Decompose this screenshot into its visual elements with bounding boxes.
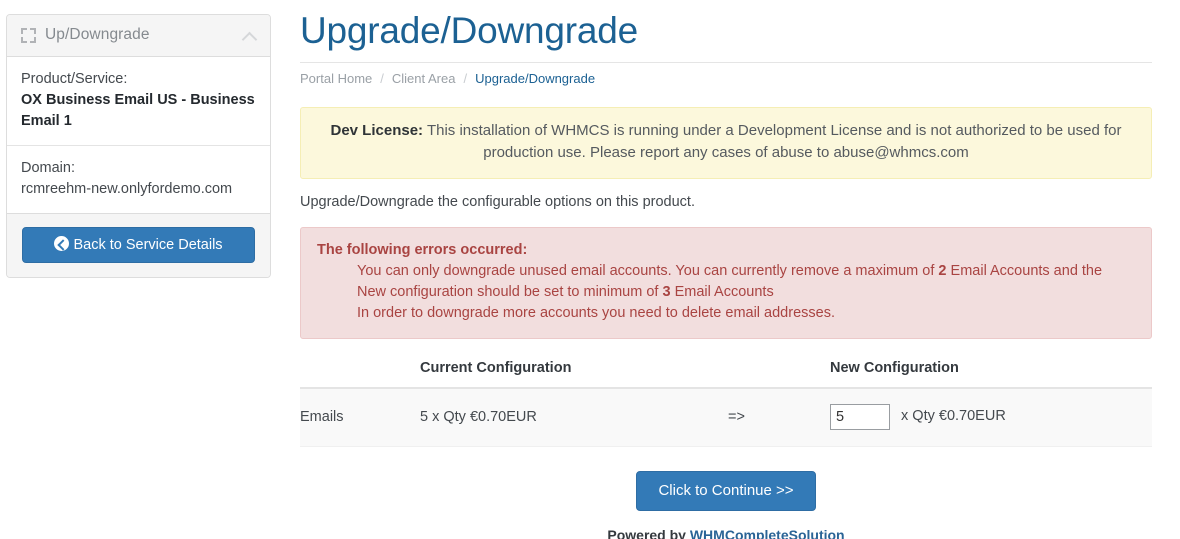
- breadcrumb-client-area[interactable]: Client Area: [392, 71, 456, 86]
- continue-button-wrapper: Click to Continue >>: [300, 470, 1152, 511]
- error-list: You can only downgrade unused email acco…: [317, 261, 1135, 324]
- breadcrumb: Portal Home / Client Area / Upgrade/Down…: [300, 71, 1152, 86]
- configuration-table: Current Configuration New Configuration …: [300, 359, 1152, 447]
- arrow-circle-left-icon: [54, 236, 70, 252]
- panel-header-up-downgrade[interactable]: Up/Downgrade: [7, 15, 270, 57]
- column-header-option: [300, 359, 420, 389]
- powered-by-footer: Powered by WHMCompleteSolution: [300, 527, 1152, 539]
- product-service-value: OX Business Email US - Business Email 1: [21, 92, 255, 130]
- back-to-service-details-button[interactable]: Back to Service Details: [22, 227, 255, 264]
- error-line1-part1: You can only downgrade unused email acco…: [357, 262, 939, 279]
- new-configuration-price-suffix: x Qty €0.70EUR: [901, 408, 1006, 425]
- title-divider: [300, 61, 1152, 63]
- table-row: Emails 5 x Qty €0.70EUR => x Qty €0.70EU…: [300, 387, 1152, 447]
- domain-section: Domain: rcmreehm-new.onlyfordemo.com: [7, 146, 270, 213]
- breadcrumb-separator-1: /: [380, 70, 384, 86]
- lead-text: Upgrade/Downgrade the configurable optio…: [300, 193, 695, 210]
- powered-by-prefix: Powered by: [607, 526, 690, 539]
- panel-title: Up/Downgrade: [45, 26, 150, 43]
- error-line1-part3: Email Accounts: [670, 283, 774, 300]
- breadcrumb-current: Upgrade/Downgrade: [475, 70, 596, 86]
- main-content: Upgrade/Downgrade Portal Home / Client A…: [300, 0, 1152, 539]
- error-max-remove-count: 2: [938, 262, 947, 279]
- error-list-item: In order to downgrade more accounts you …: [357, 304, 835, 321]
- back-to-service-details-label: Back to Service Details: [73, 237, 223, 254]
- product-service-section: Product/Service: OX Business Email US - …: [7, 57, 270, 147]
- panel-footer: Back to Service Details: [7, 213, 270, 278]
- configuration-table-head: Current Configuration New Configuration: [300, 359, 1152, 389]
- dev-license-text: This installation of WHMCS is running un…: [423, 121, 1122, 162]
- breadcrumb-portal-home[interactable]: Portal Home: [300, 71, 372, 86]
- dev-license-alert: Dev License: This installation of WHMCS …: [300, 106, 1152, 179]
- chevron-up-icon[interactable]: [242, 31, 256, 40]
- column-header-new-configuration: New Configuration: [830, 359, 1152, 389]
- click-to-continue-button[interactable]: Click to Continue >>: [636, 470, 816, 511]
- panel-body: Product/Service: OX Business Email US - …: [7, 57, 270, 213]
- arrow-cell: =>: [728, 387, 830, 447]
- domain-value: rcmreehm-new.onlyfordemo.com: [21, 181, 233, 198]
- service-summary-panel: Up/Downgrade Product/Service: OX Busines…: [6, 14, 271, 279]
- whmcompletesolution-link[interactable]: WHMCompleteSolution: [690, 527, 845, 539]
- new-configuration-cell: x Qty €0.70EUR: [830, 387, 1152, 447]
- error-alert: The following errors occurred: You can o…: [300, 226, 1152, 339]
- page-title: Upgrade/Downgrade: [300, 10, 639, 51]
- emails-quantity-input[interactable]: [830, 403, 890, 430]
- column-header-arrow: [728, 359, 830, 389]
- table-header-row: Current Configuration New Configuration: [300, 359, 1152, 389]
- error-min-config-count: 3: [662, 283, 671, 300]
- breadcrumb-separator-2: /: [463, 70, 468, 86]
- error-list-item: You can only downgrade unused email acco…: [357, 261, 1135, 303]
- dev-license-label: Dev License:: [330, 121, 424, 139]
- domain-label: Domain:: [21, 160, 75, 177]
- error-heading: The following errors occurred:: [317, 241, 528, 258]
- expand-icon: [21, 27, 36, 43]
- current-configuration-cell: 5 x Qty €0.70EUR: [420, 387, 728, 447]
- product-service-label: Product/Service:: [21, 71, 128, 87]
- option-name-cell: Emails: [300, 387, 420, 447]
- column-header-current-configuration: Current Configuration: [420, 359, 728, 389]
- configuration-table-body: Emails 5 x Qty €0.70EUR => x Qty €0.70EU…: [300, 387, 1152, 447]
- upgrade-downgrade-page: Up/Downgrade Product/Service: OX Busines…: [0, 0, 1180, 539]
